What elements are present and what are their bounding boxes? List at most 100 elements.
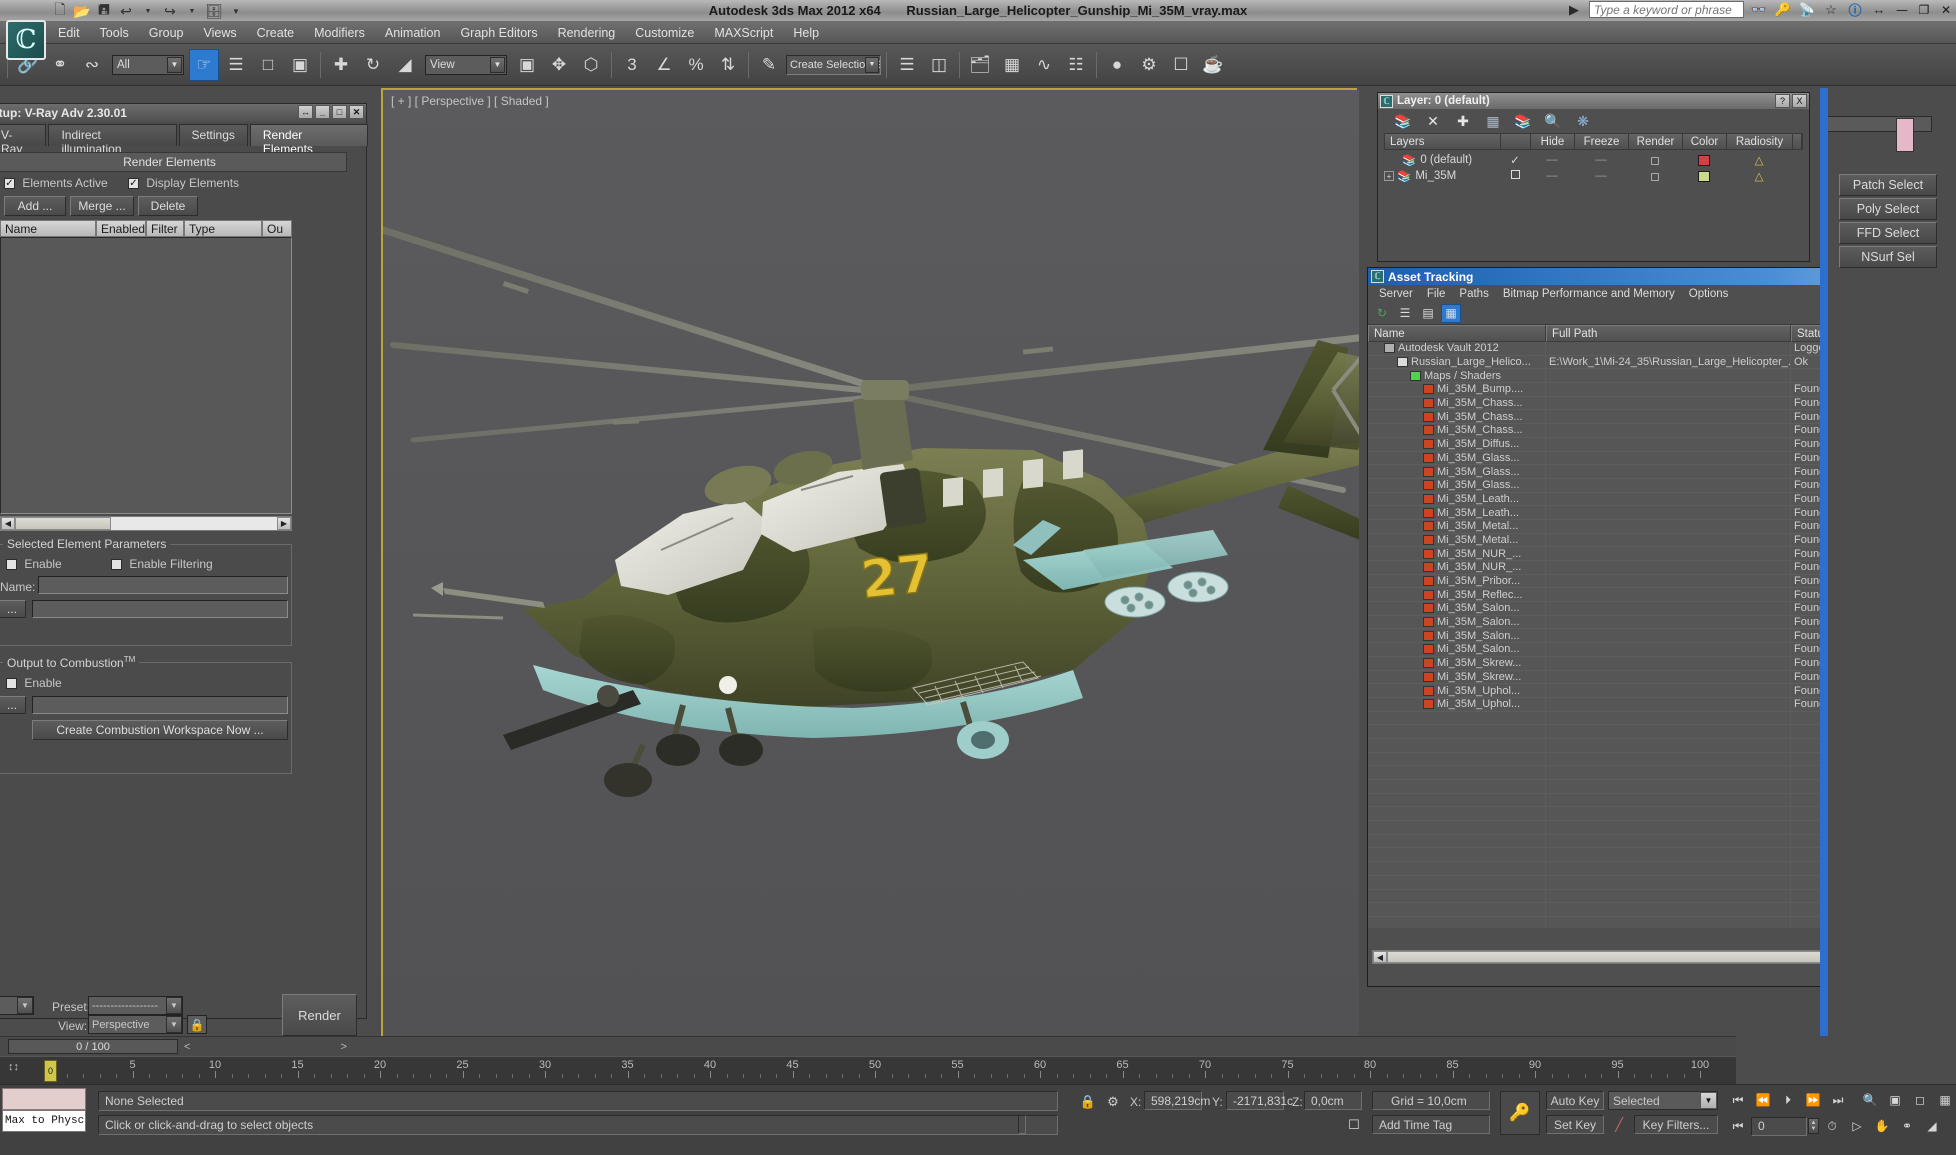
layer-radiosity-toggle[interactable]: △ (1726, 153, 1792, 167)
menu-views[interactable]: Views (193, 24, 246, 42)
delete-element-button[interactable]: Delete (138, 196, 198, 216)
set-project-icon[interactable]: 🗄 (204, 2, 224, 21)
lock-selection-icon[interactable]: 🔒 (1079, 1093, 1097, 1111)
arc-rotate-icon[interactable]: ⚭ (1895, 1115, 1919, 1137)
detail-view-icon[interactable]: ▤ (1418, 304, 1438, 323)
use-center-icon[interactable]: ▣ (512, 49, 542, 81)
select-move-icon[interactable]: ✚ (326, 49, 356, 81)
select-and-manipulate-icon[interactable]: ✥ (544, 49, 574, 81)
asset-menu-server[interactable]: Server (1372, 287, 1420, 301)
set-key-filter-icon[interactable]: ╱ (1608, 1115, 1630, 1134)
time-configuration-icon[interactable]: ⏱ (1820, 1115, 1844, 1137)
bind-space-warp-icon[interactable]: ∾ (77, 49, 107, 81)
chevron-down-icon[interactable]: ▼ (865, 56, 879, 73)
create-combustion-workspace-button[interactable]: Create Combustion Workspace Now ... (32, 720, 288, 740)
column-name[interactable]: Name (0, 220, 96, 237)
scroll-left-icon[interactable]: ◀ (1373, 951, 1387, 963)
table-row[interactable]: 📚 0 (default) ✓ — — ◻ △ (1384, 152, 1803, 168)
frame-number-input[interactable]: 0 (1751, 1116, 1807, 1136)
asset-menu-bitmap-performance-and-memory[interactable]: Bitmap Performance and Memory (1496, 287, 1682, 301)
scroll-right-icon[interactable]: ▶ (277, 517, 291, 530)
material-swatch[interactable] (1896, 118, 1914, 152)
chevron-down-icon[interactable]: ▼ (17, 997, 33, 1014)
sep-enable-filtering-row[interactable]: Enable Filtering (111, 557, 213, 571)
menu-help[interactable]: Help (783, 24, 829, 42)
satellite-icon[interactable]: 📡 (1798, 1, 1816, 18)
add-element-button[interactable]: Add ... (4, 196, 66, 216)
grid-view-icon[interactable]: ▦ (1441, 303, 1461, 323)
key-toggle-icon[interactable]: 🔑 (1500, 1091, 1540, 1135)
asset-column-name[interactable]: Name (1368, 325, 1546, 342)
angle-snap-icon[interactable]: ∠ (649, 49, 679, 81)
undo-icon[interactable]: ↩ (116, 2, 136, 21)
scrollbar-thumb[interactable] (1387, 951, 1847, 963)
add-selection-icon[interactable]: ✚ (1452, 111, 1474, 131)
unlink-icon[interactable]: ⚭ (45, 49, 75, 81)
column-enabled[interactable]: Enabled (96, 220, 146, 237)
menu-graph-editors[interactable]: Graph Editors (450, 24, 547, 42)
add-time-tag-button[interactable]: Add Time Tag (1372, 1115, 1490, 1134)
frame-spinner[interactable]: ▲ ▼ (1808, 1118, 1819, 1134)
layer-column-current[interactable] (1501, 134, 1531, 149)
render-button[interactable]: Render (282, 994, 357, 1036)
render-elements-rollout-title[interactable]: Render Elements (0, 152, 347, 172)
select-highlighted-icon[interactable]: ▦ (1482, 111, 1504, 131)
layer-column-render[interactable]: Render (1629, 134, 1683, 149)
asset-menu-options[interactable]: Options (1682, 287, 1736, 301)
graphite-tools-icon[interactable]: ▦ (997, 49, 1027, 81)
scrollbar-thumb[interactable] (15, 517, 111, 530)
combustion-enable-checkbox[interactable] (6, 678, 17, 690)
select-rotate-icon[interactable]: ↻ (358, 49, 388, 81)
snap-3d-icon[interactable]: 3 (617, 49, 647, 81)
sep-enable-row[interactable]: Enable (6, 557, 62, 571)
command-panel-scroll[interactable] (1826, 116, 1932, 132)
x-coord-input[interactable]: 598,219cm (1144, 1091, 1210, 1110)
column-filter[interactable]: Filter (146, 220, 184, 237)
chevron-down-icon[interactable]: ▼ (167, 56, 182, 73)
go-to-start-icon[interactable]: ⏮ (1726, 1089, 1750, 1111)
sep-path-input[interactable] (32, 600, 288, 618)
align-icon[interactable]: ◫ (924, 49, 954, 81)
merge-element-button[interactable]: Merge ... (70, 196, 134, 216)
infocenter-arrow-icon[interactable]: ▶ (1565, 1, 1583, 18)
select-by-name-icon[interactable]: ☰ (221, 49, 251, 81)
render-frame-window-icon[interactable]: ☐ (1166, 49, 1196, 81)
resize-icon[interactable]: ↔ (298, 105, 313, 119)
redo-dropdown-icon[interactable]: ▼ (182, 2, 202, 21)
mirror-icon[interactable]: ⬡ (576, 49, 606, 81)
sep-browse-button[interactable]: ... (0, 600, 26, 618)
restore-icon[interactable]: ↔ (1870, 1, 1888, 18)
menu-tools[interactable]: Tools (90, 24, 139, 42)
layer-color-swatch[interactable] (1698, 170, 1710, 182)
binoculars-icon[interactable]: 👓 (1750, 1, 1768, 18)
layer-freeze-toggle[interactable]: — (1574, 154, 1628, 166)
menu-group[interactable]: Group (139, 24, 194, 42)
rect-select-icon[interactable]: □ (253, 49, 283, 81)
delete-layer-icon[interactable]: ✕ (1422, 111, 1444, 131)
combustion-path-input[interactable] (32, 696, 288, 714)
tab-render-elements[interactable]: Render Elements (249, 124, 368, 156)
close-button[interactable]: X (1792, 94, 1807, 108)
asset-menu-file[interactable]: File (1420, 287, 1453, 301)
chevron-down-icon[interactable]: ▼ (166, 1016, 182, 1033)
minimize-button[interactable]: _ (315, 105, 330, 119)
field-of-view-icon[interactable]: ◻ (1908, 1089, 1932, 1111)
layer-hide-toggle[interactable]: — (1530, 170, 1574, 182)
app-logo-icon[interactable]: ℂ (6, 20, 46, 60)
key-filters-button[interactable]: Key Filters... (1634, 1115, 1718, 1134)
go-to-end-icon[interactable]: ⏭ (1826, 1089, 1850, 1111)
timeline-ruler[interactable]: ↕↕ 0 5 10 15 20 25 30 35 40 45 50 55 60 65 70 75 80 85 90 9… (0, 1056, 1736, 1084)
redo-icon[interactable]: ↪ (160, 2, 180, 21)
elements-active-checkbox-row[interactable]: ✓ Elements Active (4, 176, 108, 190)
layer-current-checkbox[interactable] (1510, 170, 1520, 179)
track-bar-icon[interactable]: ↕↕ (8, 1061, 19, 1073)
material-editor-icon[interactable]: ● (1102, 49, 1132, 81)
selection-set-icon[interactable]: ☐ (1345, 1116, 1363, 1134)
tab-vray[interactable]: V-Ray (0, 124, 47, 156)
combustion-browse-button[interactable]: ... (0, 696, 26, 714)
chevron-down-icon[interactable]: ▼ (1700, 1092, 1717, 1109)
layer-radiosity-toggle[interactable]: △ (1726, 169, 1792, 183)
highlight-selected-icon[interactable]: 🔍 (1542, 111, 1564, 131)
asset-column-full-path[interactable]: Full Path (1546, 325, 1791, 342)
menu-edit[interactable]: Edit (48, 24, 90, 42)
